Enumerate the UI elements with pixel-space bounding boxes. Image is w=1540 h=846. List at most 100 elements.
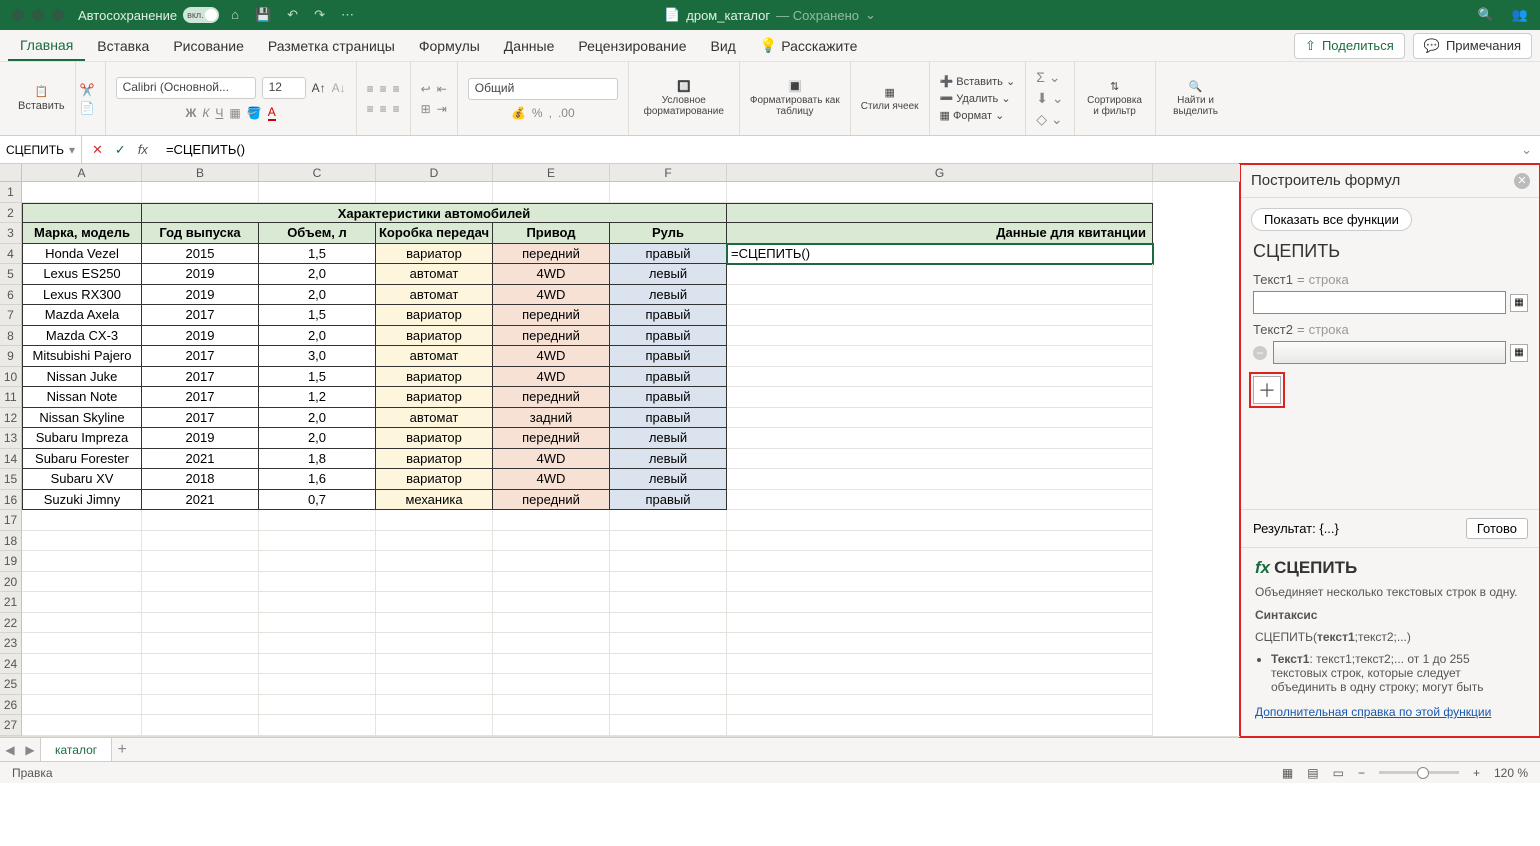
share-header-icon[interactable]: 👥 <box>1512 7 1528 23</box>
align-left-icon[interactable]: ≡ <box>367 102 374 116</box>
formula-input[interactable] <box>158 142 1513 157</box>
formula-builder-panel: Построитель формул ✕ Показать все функци… <box>1240 164 1540 737</box>
zoom-value[interactable]: 120 % <box>1494 766 1528 780</box>
border-icon[interactable]: ▦ <box>229 106 240 120</box>
align-top-icon[interactable]: ≡ <box>367 82 374 96</box>
add-argument-button[interactable]: ＋ <box>1253 376 1281 404</box>
doc-icon: 📄 <box>664 7 680 23</box>
format-table-button[interactable]: 🔳Форматировать как таблицу <box>750 80 840 117</box>
break-view-icon[interactable]: ▭ <box>1333 766 1344 780</box>
more-help-link[interactable]: Дополнительная справка по этой функции <box>1255 705 1491 719</box>
h-scrollbar[interactable] <box>0 736 1240 738</box>
prev-sheet-icon[interactable]: ◀ <box>0 743 20 757</box>
col-B[interactable]: B <box>142 164 259 181</box>
fx-icon[interactable]: fx <box>138 142 148 157</box>
ref-icon[interactable]: ▦ <box>1510 294 1528 312</box>
tab-layout[interactable]: Разметка страницы <box>256 30 407 61</box>
find-button[interactable]: 🔍Найти и выделить <box>1166 80 1226 117</box>
tab-review[interactable]: Рецензирование <box>566 30 698 61</box>
close-panel-icon[interactable]: ✕ <box>1514 173 1530 189</box>
increase-font-icon[interactable]: A↑ <box>312 81 326 95</box>
col-E[interactable]: E <box>493 164 610 181</box>
percent-icon[interactable]: % <box>532 106 543 120</box>
zoom-slider[interactable] <box>1379 771 1459 774</box>
copy-icon[interactable]: 📄 <box>80 101 95 115</box>
redo-icon[interactable]: ↷ <box>314 7 325 23</box>
chevron-down-icon[interactable]: ⌄ <box>865 7 876 23</box>
underline-icon[interactable]: Ч <box>215 106 223 120</box>
col-A[interactable]: A <box>22 164 142 181</box>
comma-icon[interactable]: , <box>549 106 552 120</box>
done-button[interactable]: Готово <box>1466 518 1528 539</box>
home-icon[interactable]: ⌂ <box>231 7 239 23</box>
comments-button[interactable]: 💬Примечания <box>1413 33 1532 59</box>
autosum-icon[interactable]: Σ ⌄ <box>1036 69 1063 86</box>
expand-fbar-icon[interactable]: ⌄ <box>1513 142 1540 158</box>
cancel-formula-icon[interactable]: ✕ <box>92 142 103 158</box>
font-select[interactable]: Calibri (Основной... <box>116 77 256 99</box>
col-G[interactable]: G <box>727 164 1153 181</box>
next-sheet-icon[interactable]: ▶ <box>20 743 40 757</box>
font-size[interactable]: 12 <box>262 77 306 99</box>
font-color-icon[interactable]: А <box>268 105 276 121</box>
col-C[interactable]: C <box>259 164 376 181</box>
italic-icon[interactable]: К <box>202 106 209 120</box>
result-row: Результат: {...} Готово <box>1241 509 1540 547</box>
indent-icon[interactable]: ⇤ <box>437 82 447 96</box>
insert-rows-button[interactable]: ➕ Вставить ⌄ <box>940 75 1016 88</box>
more-icon[interactable]: ⋯ <box>341 7 354 23</box>
tab-home[interactable]: Главная <box>8 30 85 61</box>
tell-me[interactable]: 💡Расскажите <box>748 30 870 61</box>
remove-arg-icon[interactable]: − <box>1253 346 1267 360</box>
panel-title: Построитель формул <box>1251 172 1400 189</box>
share-button[interactable]: ⇧Поделиться <box>1294 33 1405 59</box>
cut-icon[interactable]: ✂️ <box>80 83 95 97</box>
row-headers[interactable]: 1234567891011121314151617181920212223242… <box>0 182 22 736</box>
ref-icon[interactable]: ▦ <box>1510 344 1528 362</box>
arg1-input[interactable] <box>1253 291 1506 314</box>
col-D[interactable]: D <box>376 164 493 181</box>
paste-button[interactable]: 📋 Вставить <box>18 85 65 112</box>
tab-insert[interactable]: Вставка <box>85 30 161 61</box>
fill-icon[interactable]: 🪣 <box>247 106 262 120</box>
autosave[interactable]: Автосохранение вкл. <box>78 7 219 23</box>
tab-view[interactable]: Вид <box>699 30 748 61</box>
clipboard-icon: 📋 <box>34 85 48 98</box>
col-F[interactable]: F <box>610 164 727 181</box>
fill-down-icon[interactable]: ⬇ ⌄ <box>1036 90 1063 107</box>
normal-view-icon[interactable]: ▦ <box>1282 766 1293 780</box>
sheet-tabs: ◀ ▶ каталог + <box>0 737 1540 761</box>
save-icon[interactable]: 💾 <box>255 7 271 23</box>
tab-data[interactable]: Данные <box>492 30 567 61</box>
undo-icon[interactable]: ↶ <box>287 7 298 23</box>
number-format[interactable]: Общий <box>468 78 618 100</box>
cond-format-button[interactable]: 🔲Условное форматирование <box>639 80 729 117</box>
accept-formula-icon[interactable]: ✓ <box>115 142 126 158</box>
wrap-icon[interactable]: ↩ <box>421 82 431 96</box>
format-button[interactable]: ▦ Формат ⌄ <box>940 109 1016 122</box>
zoom-in-icon[interactable]: + <box>1473 766 1480 780</box>
spreadsheet[interactable]: A B C D E F G 12345678910111213141516171… <box>0 164 1240 737</box>
show-all-functions-button[interactable]: Показать все функции <box>1251 208 1412 231</box>
zoom-out-icon[interactable]: − <box>1358 766 1365 780</box>
window-controls[interactable] <box>12 9 64 21</box>
decrease-font-icon[interactable]: A↓ <box>332 81 346 95</box>
search-icon[interactable]: 🔍 <box>1478 7 1494 23</box>
select-all[interactable] <box>0 164 22 181</box>
name-box[interactable]: СЦЕПИТЬ▾ <box>0 136 82 163</box>
tab-formulas[interactable]: Формулы <box>407 30 492 61</box>
bold-icon[interactable]: Ж <box>185 106 196 120</box>
arg2-input[interactable] <box>1273 341 1506 364</box>
page-view-icon[interactable]: ▤ <box>1307 766 1318 780</box>
add-sheet-icon[interactable]: + <box>112 741 132 759</box>
merge-icon[interactable]: ⊞ <box>421 102 431 116</box>
quick-access[interactable]: ⌂ 💾 ↶ ↷ ⋯ <box>231 7 354 23</box>
delete-rows-button[interactable]: ➖ Удалить ⌄ <box>940 92 1016 105</box>
sort-filter-button[interactable]: ⇅Сортировка и фильтр <box>1085 80 1145 117</box>
tab-draw[interactable]: Рисование <box>161 30 256 61</box>
clear-icon[interactable]: ◇ ⌄ <box>1036 111 1063 128</box>
currency-icon[interactable]: 💰 <box>511 106 526 120</box>
function-help: fxСЦЕПИТЬ Объединяет несколько текстовых… <box>1241 547 1540 737</box>
sheet-tab[interactable]: каталог <box>40 738 112 761</box>
cell-styles-button[interactable]: ▦Стили ячеек <box>861 86 919 112</box>
